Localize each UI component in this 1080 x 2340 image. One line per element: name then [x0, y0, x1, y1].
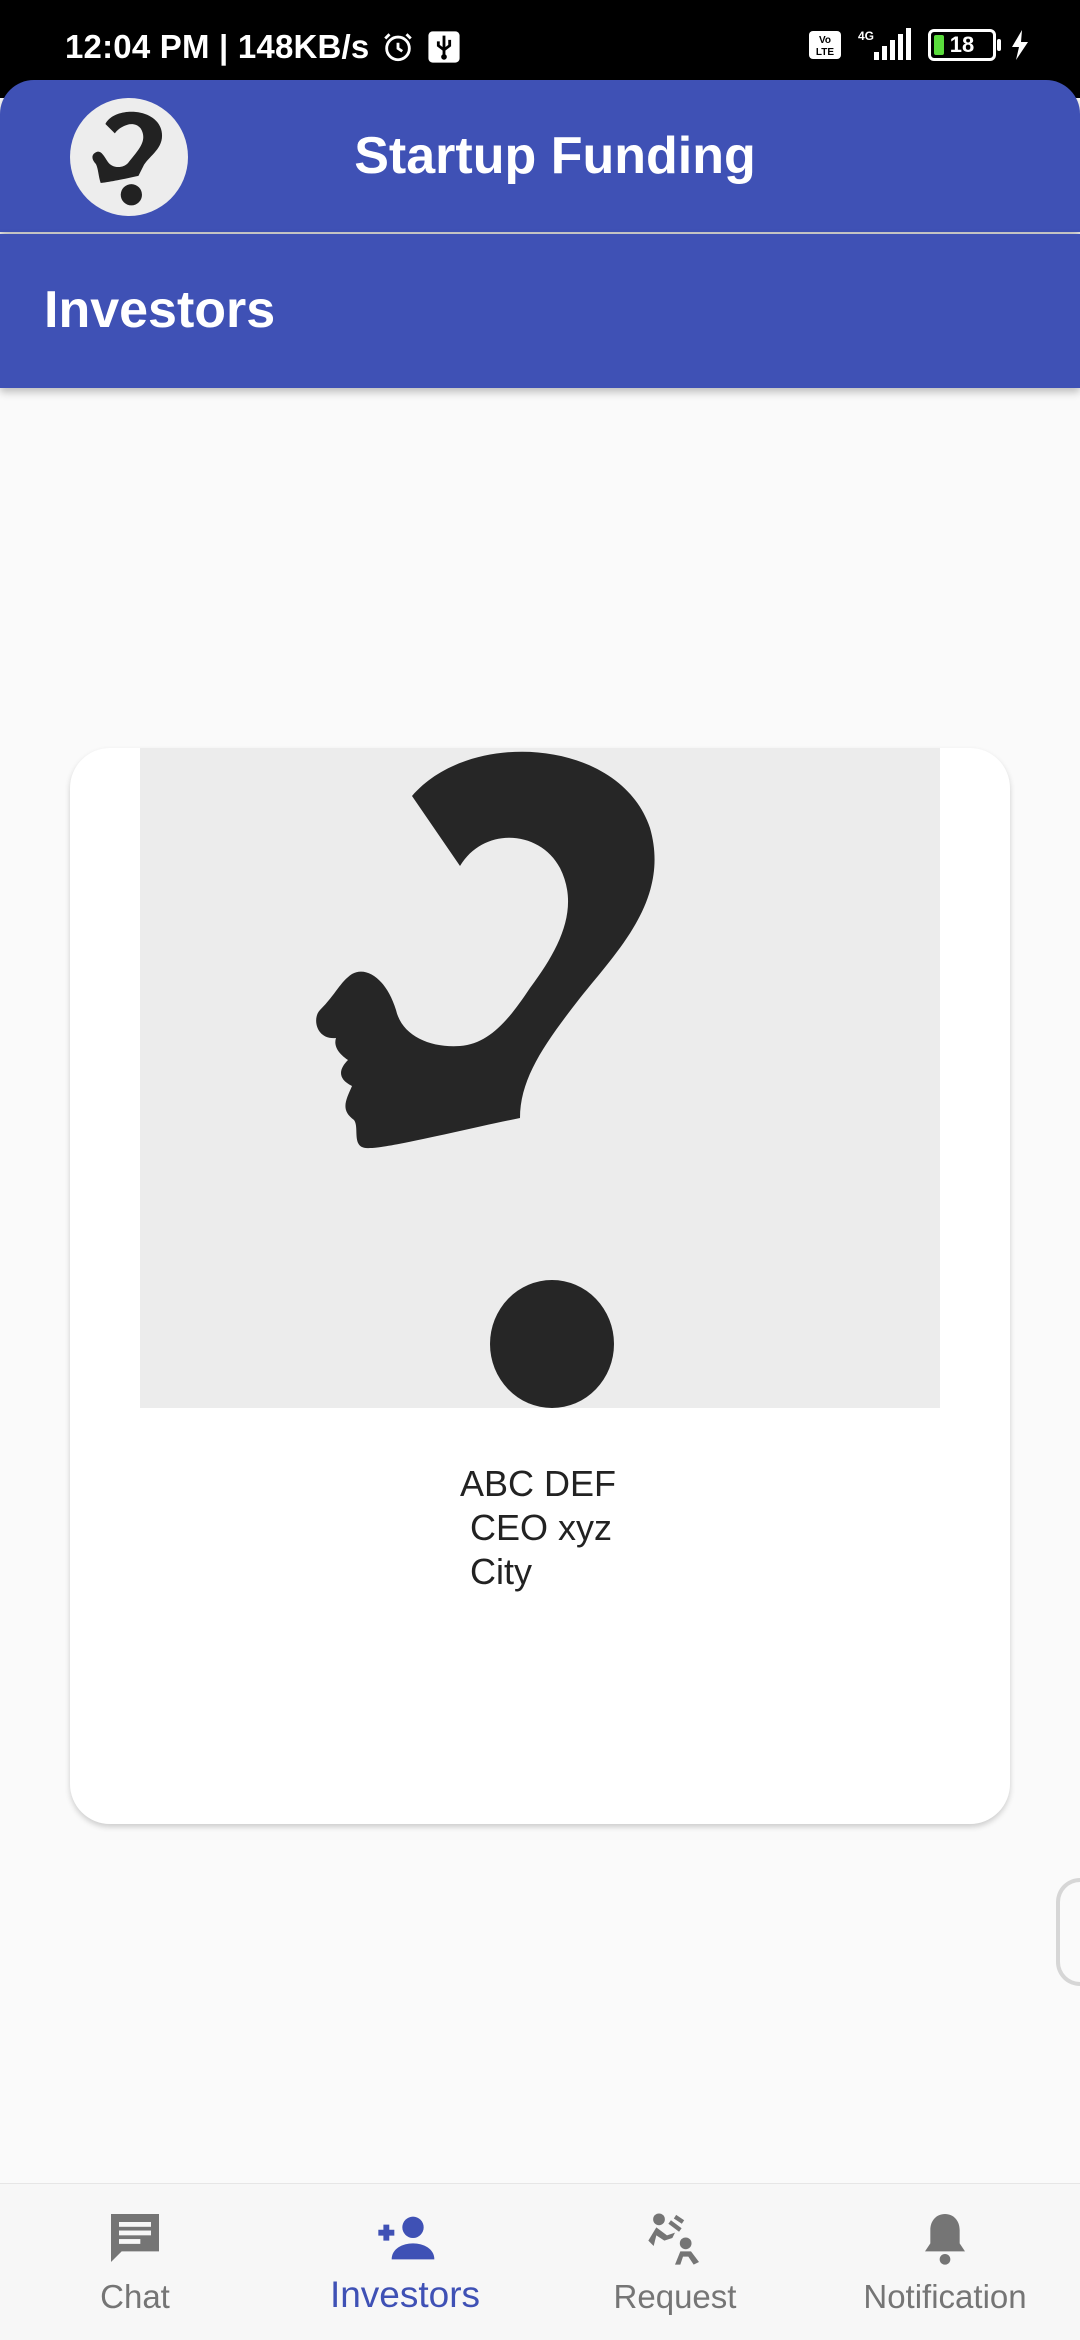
request-icon [648, 2213, 699, 2265]
status-left: 12:04 PM | 148KB/s [65, 28, 461, 66]
nav-request-label: Request [613, 2278, 737, 2315]
investor-card[interactable]: ABC DEF CEO xyz City [70, 748, 1010, 1824]
add-person-icon [378, 2216, 435, 2260]
app-title: Startup Funding [354, 127, 756, 185]
nav-chat[interactable]: Chat [0, 2184, 270, 2340]
investor-details: ABC DEF CEO xyz City [460, 1463, 617, 1592]
svg-text:4G: 4G [858, 29, 874, 43]
nav-notification-label: Notification [863, 2278, 1027, 2315]
signal-icon: 4G [858, 28, 911, 60]
nav-chat-label: Chat [100, 2278, 170, 2315]
usb-icon [428, 31, 461, 63]
nav-investors[interactable]: Investors [270, 2184, 540, 2340]
battery-level: 18 [949, 32, 975, 57]
status-right: Vo LTE 4G 18 [808, 28, 1030, 62]
battery-icon: 18 [928, 29, 1001, 61]
section-title: Investors [44, 281, 276, 339]
bell-icon [925, 2214, 965, 2265]
nav-notification[interactable]: Notification [810, 2184, 1080, 2340]
chat-icon [111, 2214, 159, 2262]
edge-panel-handle[interactable] [1056, 1878, 1080, 1986]
app-bar: Startup Funding [0, 80, 1080, 232]
nav-request[interactable]: Request [540, 2184, 810, 2340]
investor-image [140, 748, 940, 1408]
bottom-navigation: Chat Investors Request Notification [0, 2183, 1080, 2340]
status-time-speed: 12:04 PM | 148KB/s [65, 28, 370, 65]
nav-investors-label: Investors [329, 2274, 481, 2315]
svg-text:LTE: LTE [816, 47, 834, 58]
svg-text:Vo: Vo [819, 35, 831, 46]
charging-icon [1012, 30, 1028, 60]
section-header: Investors [0, 234, 1080, 388]
alarm-icon [384, 33, 413, 62]
volte-icon: Vo LTE [809, 31, 841, 59]
